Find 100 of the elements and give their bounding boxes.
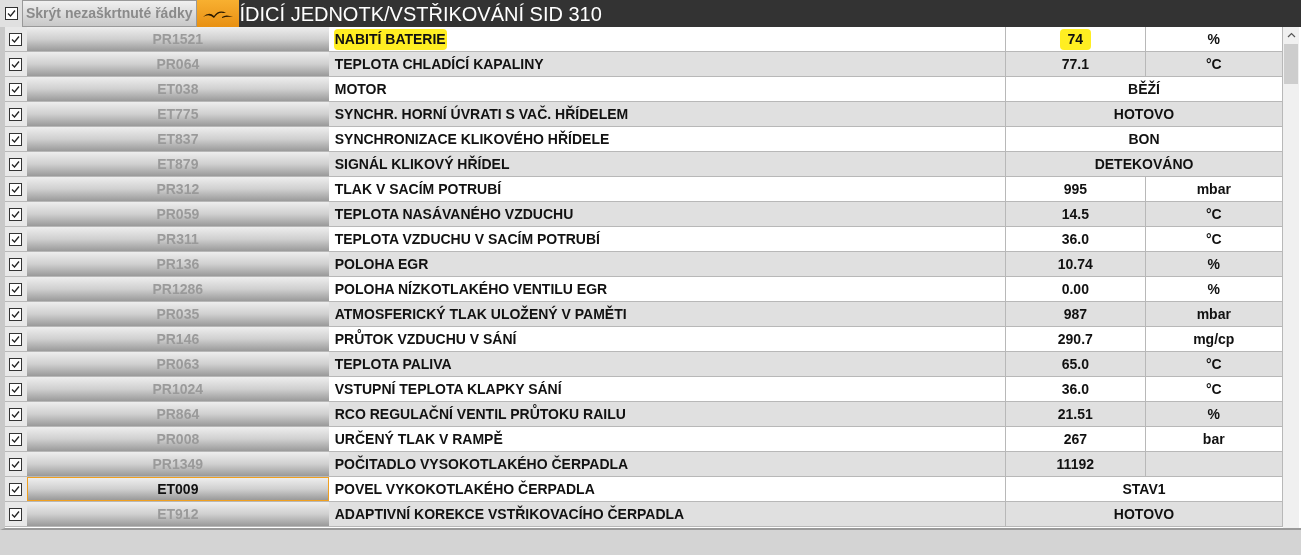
checkbox[interactable] xyxy=(4,7,18,20)
parameter-name: MOTOR xyxy=(333,79,388,99)
checkbox[interactable] xyxy=(9,57,23,71)
parameter-name: POLOHA EGR xyxy=(333,254,430,274)
parameter-value: DETEKOVÁNO xyxy=(1094,154,1194,174)
parameter-code-button[interactable]: ET038 xyxy=(26,77,329,101)
checkbox[interactable] xyxy=(9,82,23,96)
parameter-code-button[interactable]: PR1024 xyxy=(26,377,329,401)
parameter-value: 36.0 xyxy=(1060,229,1090,249)
parameter-name: TEPLOTA NASÁVANÉHO VZDUCHU xyxy=(333,204,575,224)
parameter-name: SIGNÁL KLIKOVÝ HŘÍDEL xyxy=(333,154,511,174)
parameter-unit: % xyxy=(1207,279,1220,299)
parameter-name: TEPLOTA VZDUCHU V SACÍM POTRUBÍ xyxy=(333,229,601,249)
parameter-value: HOTOVO xyxy=(1113,504,1175,524)
parameter-unit: mg/cp xyxy=(1193,329,1235,349)
parameter-code-button[interactable]: PR864 xyxy=(26,402,329,426)
checkbox[interactable] xyxy=(9,482,23,496)
checkbox[interactable] xyxy=(9,332,23,346)
parameter-value: BĚŽÍ xyxy=(1128,79,1160,99)
parameter-unit: bar xyxy=(1202,429,1225,449)
scroll-up-icon[interactable] xyxy=(1286,32,1296,38)
parameter-value: 36.0 xyxy=(1060,379,1090,399)
checkbox[interactable] xyxy=(9,182,23,196)
parameter-unit: °C xyxy=(1205,229,1222,249)
parameter-code-button[interactable]: PR312 xyxy=(26,177,329,201)
parameter-name: POČITADLO VYSOKOTLAKÉHO ČERPADLA xyxy=(333,454,630,474)
parameter-code-button[interactable]: ET775 xyxy=(26,102,329,126)
parameter-name: SYNCHRONIZACE KLIKOVÉHO HŘÍDELE xyxy=(333,129,611,149)
parameter-unit: °C xyxy=(1205,354,1222,374)
parameter-value: 21.51 xyxy=(1056,404,1094,424)
parameter-code-button[interactable]: PR008 xyxy=(26,427,329,451)
checkbox[interactable] xyxy=(9,357,23,371)
parameter-value: 74 xyxy=(1059,28,1092,50)
parameter-code-button[interactable]: PR063 xyxy=(26,352,329,376)
parameter-value: 290.7 xyxy=(1056,329,1094,349)
parameter-name: POLOHA NÍZKOTLAKÉHO VENTILU EGR xyxy=(333,279,609,299)
parameter-unit: mbar xyxy=(1196,304,1231,324)
checkbox[interactable] xyxy=(9,382,23,396)
checkbox[interactable] xyxy=(9,132,23,146)
parameter-unit: % xyxy=(1207,254,1220,274)
parameter-name: ADAPTIVNÍ KOREKCE VSTŘIKOVACÍHO ČERPADLA xyxy=(333,504,686,524)
logo-button[interactable] xyxy=(196,0,239,27)
hide-unchecked-rows-button[interactable]: Skrýt nezaškrtnuté řádky xyxy=(22,0,197,27)
scrollbar-thumb[interactable] xyxy=(1284,44,1298,84)
checkbox[interactable] xyxy=(9,282,23,296)
parameter-code-button[interactable]: PR1286 xyxy=(26,277,329,301)
checkbox[interactable] xyxy=(9,107,23,121)
parameter-name: ATMOSFERICKÝ TLAK ULOŽENÝ V PAMĚTI xyxy=(333,304,628,324)
parameter-code-button[interactable]: ET879 xyxy=(26,152,329,176)
checkbox[interactable] xyxy=(9,32,23,46)
parameter-name: SYNCHR. HORNÍ ÚVRATI S VAČ. HŘÍDELEM xyxy=(333,104,630,124)
parameter-value: 11192 xyxy=(1055,454,1095,474)
parameter-unit: mbar xyxy=(1196,179,1231,199)
parameter-value: 987 xyxy=(1062,304,1088,324)
parameter-unit: °C xyxy=(1205,204,1222,224)
parameter-name: TLAK V SACÍM POTRUBÍ xyxy=(333,179,503,199)
parameter-name: URČENÝ TLAK V RAMPĚ xyxy=(333,429,504,449)
parameter-code-button[interactable]: PR1521 xyxy=(26,27,329,51)
checkbox[interactable] xyxy=(9,407,23,421)
parameter-code-button[interactable]: ET009 xyxy=(26,477,329,501)
scrollbar[interactable] xyxy=(1283,27,1299,528)
parameter-value: 0.00 xyxy=(1060,279,1090,299)
checkbox[interactable] xyxy=(9,257,23,271)
parameter-unit: °C xyxy=(1205,379,1222,399)
checkbox[interactable] xyxy=(9,207,23,221)
parameter-unit: % xyxy=(1207,404,1220,424)
parameter-name: TEPLOTA CHLADÍCÍ KAPALINY xyxy=(333,54,545,74)
parameter-code-button[interactable]: PR035 xyxy=(26,302,329,326)
parameter-name: PRŮTOK VZDUCHU V SÁNÍ xyxy=(333,328,518,349)
parameter-code-button[interactable]: ET837 xyxy=(26,127,329,151)
parameter-code-button[interactable]: PR059 xyxy=(26,202,329,226)
parameter-code-button[interactable]: ET912 xyxy=(26,502,329,526)
parameter-name: RCO REGULAČNÍ VENTIL PRŮTOKU RAILU xyxy=(333,403,627,424)
parameter-value: HOTOVO xyxy=(1113,104,1175,124)
parameter-unit: % xyxy=(1207,29,1220,49)
parameter-code-button[interactable]: PR311 xyxy=(26,227,329,251)
checkbox[interactable] xyxy=(9,157,23,171)
parameter-value: 267 xyxy=(1062,429,1088,449)
parameter-value: STAV1 xyxy=(1122,479,1166,499)
parameter-code-button[interactable]: PR146 xyxy=(26,327,329,351)
checkbox[interactable] xyxy=(9,432,23,446)
parameter-code-button[interactable]: PR136 xyxy=(26,252,329,276)
parameter-name: NABITÍ BATERIE xyxy=(333,28,447,50)
window-title: ÍDICÍ JEDNOTK/VSTŘIKOVÁNÍ SID 310 xyxy=(239,1,602,27)
parameter-code-button[interactable]: PR064 xyxy=(26,52,329,76)
parameter-value: 995 xyxy=(1062,179,1088,199)
parameter-name: TEPLOTA PALIVA xyxy=(333,354,453,374)
parameter-value: 65.0 xyxy=(1060,354,1090,374)
parameter-value: 77.1 xyxy=(1060,54,1090,74)
parameter-name: POVEL VYKOKOTLAKÉHO ČERPADLA xyxy=(333,479,596,499)
checkbox[interactable] xyxy=(9,507,23,521)
parameter-name: VSTUPNÍ TEPLOTA KLAPKY SÁNÍ xyxy=(333,379,563,399)
parameter-code-button[interactable]: PR1349 xyxy=(26,452,329,476)
parameter-value: 14.5 xyxy=(1060,204,1090,224)
parameter-value: BON xyxy=(1128,129,1160,149)
checkbox[interactable] xyxy=(9,307,23,321)
parameter-unit: °C xyxy=(1205,54,1222,74)
parameter-value: 10.74 xyxy=(1056,254,1094,274)
checkbox[interactable] xyxy=(9,232,23,246)
checkbox[interactable] xyxy=(9,457,23,471)
